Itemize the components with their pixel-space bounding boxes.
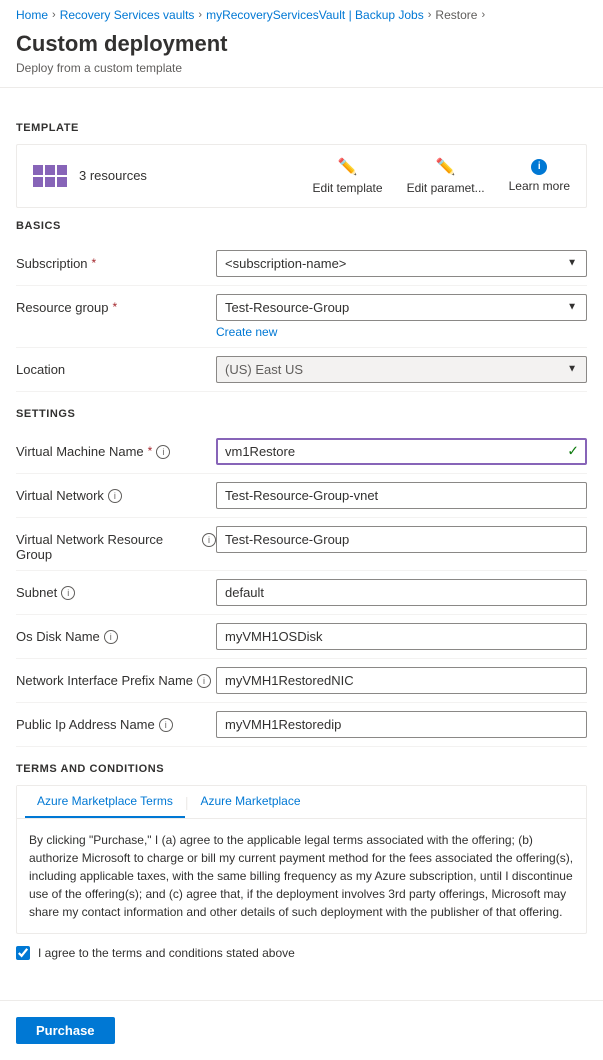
vm-name-control: ✓ (216, 438, 587, 465)
vnet-rg-row: Virtual Network Resource Group i (16, 518, 587, 571)
vnet-rg-input[interactable] (216, 526, 587, 553)
nic-prefix-label: Network Interface Prefix Name i (16, 667, 216, 688)
page-subtitle: Deploy from a custom template (16, 61, 587, 75)
public-ip-control (216, 711, 587, 738)
subnet-label: Subnet i (16, 579, 216, 600)
vm-name-input-wrapper: ✓ (216, 438, 587, 465)
terms-card: Azure Marketplace Terms | Azure Marketpl… (16, 785, 587, 934)
edit-template-label: Edit template (313, 181, 383, 195)
create-new-link[interactable]: Create new (216, 325, 277, 339)
breadcrumb-restore: Restore (435, 8, 477, 22)
footer: Purchase (0, 1000, 603, 1060)
os-disk-row: Os Disk Name i (16, 615, 587, 659)
template-icon (33, 165, 67, 187)
breadcrumb-home[interactable]: Home (16, 8, 48, 22)
breadcrumb-sep-3: › (428, 9, 432, 21)
subscription-control: <subscription-name> ▼ (216, 250, 587, 277)
public-ip-info-icon[interactable]: i (159, 718, 173, 732)
basics-section-label: BASICS (16, 220, 587, 232)
vnet-label: Virtual Network i (16, 482, 216, 503)
vnet-rg-control (216, 526, 587, 553)
vm-name-info-icon[interactable]: i (156, 445, 170, 459)
resource-group-control: Test-Resource-Group ▼ Create new (216, 294, 587, 339)
breadcrumb: Home › Recovery Services vaults › myReco… (0, 0, 603, 26)
breadcrumb-sep-1: › (52, 9, 56, 21)
page-title: Custom deployment (16, 30, 587, 59)
location-row: Location (US) East US ▼ (16, 348, 587, 392)
subnet-row: Subnet i (16, 571, 587, 615)
resource-group-row: Resource group * Test-Resource-Group ▼ C… (16, 286, 587, 348)
terms-tabs: Azure Marketplace Terms | Azure Marketpl… (17, 786, 586, 819)
location-select-wrapper: (US) East US ▼ (216, 356, 587, 383)
vnet-info-icon[interactable]: i (108, 489, 122, 503)
subscription-select[interactable]: <subscription-name> (216, 250, 587, 277)
vnet-control (216, 482, 587, 509)
subnet-info-icon[interactable]: i (61, 586, 75, 600)
vm-name-label: Virtual Machine Name * i (16, 438, 216, 459)
settings-section-label: SETTINGS (16, 408, 587, 420)
template-card: 3 resources ✏️ Edit template ✏️ Edit par… (16, 144, 587, 208)
template-resources-count: 3 resources (79, 168, 301, 183)
os-disk-info-icon[interactable]: i (104, 630, 118, 644)
subnet-control (216, 579, 587, 606)
vm-name-check-icon: ✓ (567, 443, 579, 460)
resource-group-required: * (113, 300, 118, 314)
resource-group-select[interactable]: Test-Resource-Group (216, 294, 587, 321)
vnet-rg-info-icon[interactable]: i (202, 533, 216, 547)
terms-text: By clicking "Purchase," I (a) agree to t… (29, 831, 574, 921)
breadcrumb-sep-4: › (481, 9, 485, 21)
pencil-icon-2: ✏️ (436, 157, 456, 177)
learn-more-label: Learn more (509, 179, 570, 193)
breadcrumb-sep-2: › (198, 9, 202, 21)
os-disk-control (216, 623, 587, 650)
subscription-required: * (92, 256, 97, 270)
pencil-icon-1: ✏️ (338, 157, 358, 177)
location-select[interactable]: (US) East US (216, 356, 587, 383)
terms-tab-azure[interactable]: Azure Marketplace (188, 786, 312, 818)
agree-label: I agree to the terms and conditions stat… (38, 946, 295, 960)
nic-prefix-control (216, 667, 587, 694)
vm-name-required: * (148, 444, 153, 458)
info-icon: i (531, 159, 547, 175)
os-disk-label: Os Disk Name i (16, 623, 216, 644)
terms-section-label: TERMS AND CONDITIONS (16, 763, 587, 775)
subscription-row: Subscription * <subscription-name> ▼ (16, 242, 587, 286)
edit-template-button[interactable]: ✏️ Edit template (313, 157, 383, 195)
breadcrumb-recovery[interactable]: Recovery Services vaults (60, 8, 195, 22)
nic-prefix-input[interactable] (216, 667, 587, 694)
edit-parameters-button[interactable]: ✏️ Edit paramet... (407, 157, 485, 195)
vnet-rg-label: Virtual Network Resource Group i (16, 526, 216, 562)
template-actions: ✏️ Edit template ✏️ Edit paramet... i Le… (313, 157, 570, 195)
vnet-row: Virtual Network i (16, 474, 587, 518)
purchase-button[interactable]: Purchase (16, 1017, 115, 1044)
resource-group-label: Resource group * (16, 294, 216, 315)
subscription-label: Subscription * (16, 250, 216, 271)
subnet-input[interactable] (216, 579, 587, 606)
nic-prefix-row: Network Interface Prefix Name i (16, 659, 587, 703)
vm-name-input[interactable] (216, 438, 587, 465)
terms-tab-marketplace[interactable]: Azure Marketplace Terms (25, 786, 185, 818)
public-ip-row: Public Ip Address Name i (16, 703, 587, 747)
template-section-label: TEMPLATE (16, 122, 587, 134)
main-content: TEMPLATE 3 resources ✏️ Edit template ✏️… (0, 88, 603, 984)
breadcrumb-vault[interactable]: myRecoveryServicesVault | Backup Jobs (206, 8, 424, 22)
page-header: Custom deployment Deploy from a custom t… (0, 26, 603, 88)
public-ip-input[interactable] (216, 711, 587, 738)
nic-prefix-info-icon[interactable]: i (197, 674, 211, 688)
location-control: (US) East US ▼ (216, 356, 587, 383)
vnet-input[interactable] (216, 482, 587, 509)
terms-content: By clicking "Purchase," I (a) agree to t… (17, 819, 586, 933)
public-ip-label: Public Ip Address Name i (16, 711, 216, 732)
resource-group-select-wrapper: Test-Resource-Group ▼ (216, 294, 587, 321)
edit-parameters-label: Edit paramet... (407, 181, 485, 195)
location-label: Location (16, 356, 216, 377)
learn-more-button[interactable]: i Learn more (509, 159, 570, 193)
subscription-select-wrapper: <subscription-name> ▼ (216, 250, 587, 277)
os-disk-input[interactable] (216, 623, 587, 650)
vm-name-row: Virtual Machine Name * i ✓ (16, 430, 587, 474)
agree-checkbox-row: I agree to the terms and conditions stat… (16, 934, 587, 968)
agree-checkbox[interactable] (16, 946, 30, 960)
